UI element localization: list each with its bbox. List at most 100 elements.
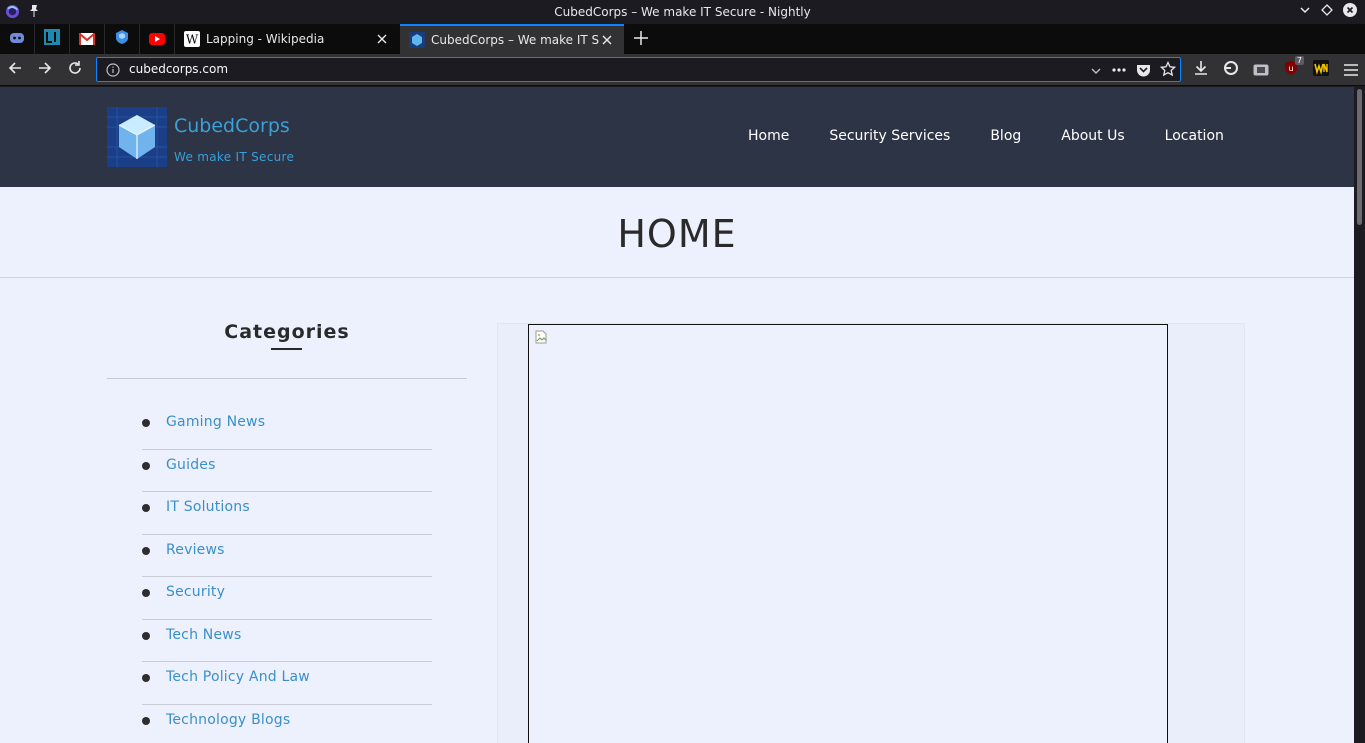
info-icon[interactable] bbox=[106, 62, 120, 81]
main-navigation: Home Security Services Blog About Us Loc… bbox=[748, 128, 1264, 144]
tab-wikipedia[interactable]: W Lapping - Wikipedia bbox=[175, 24, 399, 54]
bullet-icon bbox=[142, 461, 150, 470]
reload-button[interactable] bbox=[63, 58, 87, 82]
nav-security-services[interactable]: Security Services bbox=[829, 128, 950, 144]
page-title: HOME bbox=[617, 212, 737, 256]
category-link[interactable]: Technology Blogs bbox=[166, 712, 290, 728]
tab-close-icon[interactable] bbox=[374, 31, 390, 47]
wn-extension-button[interactable] bbox=[1309, 58, 1333, 82]
l1-icon bbox=[44, 29, 60, 49]
wikipedia-icon: W bbox=[184, 31, 200, 47]
pinned-tab-discord[interactable] bbox=[0, 24, 35, 54]
cube-logo-icon[interactable] bbox=[107, 107, 167, 167]
reload-icon bbox=[67, 60, 83, 80]
category-link[interactable]: Tech Policy And Law bbox=[166, 669, 310, 685]
category-link[interactable]: Guides bbox=[166, 457, 216, 473]
site-brand[interactable]: CubedCorps bbox=[174, 115, 290, 137]
broken-image-icon bbox=[535, 329, 547, 348]
bullet-icon bbox=[142, 631, 150, 640]
url-bar[interactable]: cubedcorps.com bbox=[96, 57, 1181, 82]
gmail-icon bbox=[79, 30, 95, 49]
category-item[interactable]: Security bbox=[142, 577, 432, 620]
shield-icon bbox=[115, 29, 129, 49]
category-item[interactable]: Guides bbox=[142, 450, 432, 492]
category-link[interactable]: Security bbox=[166, 584, 225, 600]
keyboard-icon bbox=[1253, 61, 1269, 80]
tab-cubedcorps[interactable]: CubedCorps – We make IT Secure bbox=[400, 24, 624, 54]
category-item[interactable]: IT Solutions bbox=[142, 492, 432, 535]
url-text[interactable]: cubedcorps.com bbox=[129, 62, 228, 76]
pocket-icon[interactable] bbox=[1136, 62, 1151, 81]
ublock-icon: u7 bbox=[1283, 56, 1304, 80]
navigation-toolbar: cubedcorps.com u7 bbox=[0, 54, 1365, 86]
tab-close-icon[interactable] bbox=[599, 32, 615, 48]
bullet-icon bbox=[142, 546, 150, 555]
category-item[interactable]: Technology Blogs bbox=[142, 705, 432, 743]
bookmark-star-icon[interactable] bbox=[1159, 60, 1177, 81]
category-link[interactable]: Gaming News bbox=[166, 414, 265, 430]
bullet-icon bbox=[142, 674, 150, 682]
keyboard-extension-button[interactable] bbox=[1249, 58, 1273, 82]
svg-text:W: W bbox=[186, 33, 199, 47]
menu-button[interactable] bbox=[1339, 58, 1363, 82]
sidebar-heading: Categories bbox=[224, 321, 350, 343]
pinned-tab-l1[interactable] bbox=[35, 24, 70, 54]
heading-underline bbox=[271, 348, 302, 350]
page-actions-icon[interactable] bbox=[1111, 62, 1127, 81]
sync-extension-button[interactable] bbox=[1219, 58, 1243, 82]
window-close-icon[interactable] bbox=[1343, 3, 1357, 20]
categories-sidebar: Categories Gaming News Guides IT Solutio… bbox=[107, 321, 467, 743]
category-link[interactable]: Reviews bbox=[166, 542, 225, 558]
category-item[interactable]: Tech Policy And Law bbox=[142, 662, 432, 705]
page-viewport: CubedCorps We make IT Secure Home Securi… bbox=[0, 87, 1354, 743]
wn-icon bbox=[1313, 60, 1329, 80]
category-link[interactable]: IT Solutions bbox=[166, 499, 250, 515]
category-link[interactable]: Tech News bbox=[166, 627, 241, 643]
plus-icon bbox=[634, 30, 648, 49]
site-header: CubedCorps We make IT Secure Home Securi… bbox=[0, 87, 1354, 187]
bullet-icon bbox=[142, 716, 150, 725]
category-item[interactable]: Gaming News bbox=[142, 407, 432, 450]
maximize-icon[interactable] bbox=[1321, 4, 1333, 19]
category-item[interactable]: Tech News bbox=[142, 620, 432, 662]
divider bbox=[107, 378, 467, 379]
nav-location[interactable]: Location bbox=[1165, 128, 1224, 144]
download-icon bbox=[1193, 60, 1209, 80]
discord-icon bbox=[9, 30, 25, 49]
minimize-icon[interactable] bbox=[1299, 4, 1311, 19]
pinned-tab-youtube[interactable] bbox=[140, 24, 175, 54]
nav-home[interactable]: Home bbox=[748, 128, 789, 144]
page-scrollbar[interactable] bbox=[1354, 87, 1365, 743]
forward-button[interactable] bbox=[33, 58, 57, 82]
bullet-icon bbox=[142, 419, 150, 427]
pinned-tab-shield[interactable] bbox=[105, 24, 140, 54]
category-list: Gaming News Guides IT Solutions Reviews … bbox=[107, 407, 467, 743]
back-button[interactable] bbox=[3, 58, 27, 82]
pinned-tab-gmail[interactable] bbox=[70, 24, 105, 54]
tab-label: Lapping - Wikipedia bbox=[206, 32, 325, 46]
cubedcorps-icon bbox=[409, 32, 425, 48]
svg-text:u: u bbox=[1288, 64, 1293, 73]
nav-blog[interactable]: Blog bbox=[990, 128, 1021, 144]
site-tagline: We make IT Secure bbox=[174, 150, 295, 164]
extension-badge: 7 bbox=[1294, 56, 1304, 65]
scrollbar-thumb[interactable] bbox=[1357, 89, 1362, 225]
category-item[interactable]: Reviews bbox=[142, 535, 432, 577]
downloads-button[interactable] bbox=[1189, 58, 1213, 82]
chevron-down-icon[interactable] bbox=[1090, 62, 1102, 81]
main-image-placeholder[interactable] bbox=[528, 324, 1168, 743]
sync-icon bbox=[1223, 60, 1239, 80]
ublock-extension-button[interactable]: u7 bbox=[1279, 56, 1304, 82]
bullet-icon bbox=[142, 504, 150, 512]
youtube-icon bbox=[149, 30, 165, 49]
bullet-icon bbox=[142, 589, 150, 597]
arrow-right-icon bbox=[37, 60, 53, 80]
window-titlebar: CubedCorps – We make IT Secure - Nightly bbox=[0, 0, 1365, 24]
hamburger-menu-icon bbox=[1344, 61, 1358, 80]
tab-strip: W Lapping - Wikipedia CubedCorps – We ma… bbox=[0, 24, 1365, 54]
nav-about-us[interactable]: About Us bbox=[1061, 128, 1124, 144]
arrow-left-icon bbox=[7, 60, 23, 80]
page-hero: HOME bbox=[0, 187, 1354, 278]
new-tab-button[interactable] bbox=[626, 24, 656, 54]
tab-label: CubedCorps – We make IT Secure bbox=[431, 33, 599, 47]
